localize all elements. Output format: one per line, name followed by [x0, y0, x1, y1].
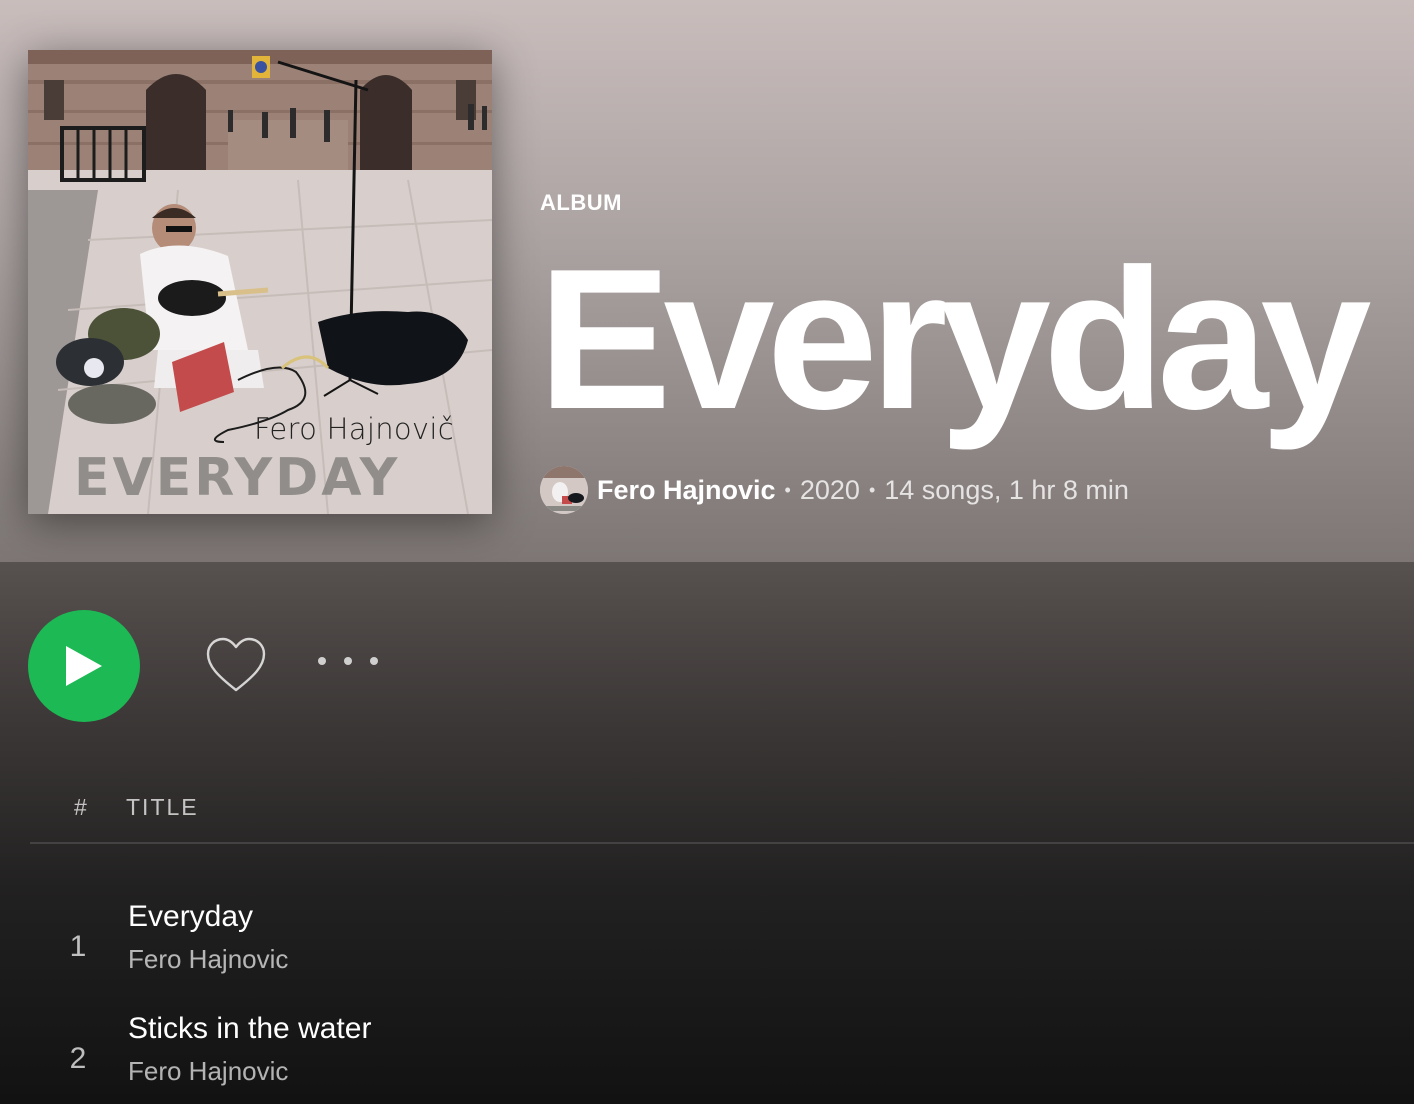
album-page: Fero Hajnovič EVERYDAY ALBUM Everyday Fe…	[0, 0, 1414, 1104]
album-summary: 14 songs, 1 hr 8 min	[884, 474, 1129, 505]
artist-avatar[interactable]	[540, 466, 588, 514]
track-artist-link[interactable]: Fero Hajnovic	[128, 1056, 288, 1087]
like-button[interactable]	[204, 636, 268, 696]
more-horizontal-icon	[318, 657, 326, 665]
track-artist-link[interactable]: Fero Hajnovic	[128, 944, 288, 975]
track-row[interactable]: 2 Sticks in the water Fero Hajnovic	[30, 1012, 1414, 1104]
release-year: 2020	[799, 474, 860, 505]
cover-artist-text: Fero Hajnovič	[253, 412, 454, 446]
track-table-header: # TITLE	[30, 792, 1414, 844]
track-title: Everyday	[128, 900, 254, 933]
album-header: Fero Hajnovič EVERYDAY ALBUM Everyday Fe…	[0, 0, 1414, 562]
heart-icon	[206, 637, 266, 692]
column-header-number: #	[74, 794, 89, 820]
artist-link[interactable]: Fero Hajnovic	[597, 475, 776, 506]
play-icon	[66, 646, 102, 686]
album-meta: Fero Hajnovic • 2020 • 14 songs, 1 hr 8 …	[540, 466, 1129, 514]
album-title: Everyday	[538, 228, 1372, 451]
album-cover: Fero Hajnovič EVERYDAY	[28, 50, 492, 514]
album-body: # TITLE 1 Everyday Fero Hajnovic 2 Stick…	[0, 562, 1414, 1104]
meta-separator: •	[868, 479, 876, 500]
track-number: 1	[69, 930, 87, 963]
cover-title-text: EVERYDAY	[74, 448, 401, 508]
meta-separator: •	[784, 479, 791, 500]
column-header-title[interactable]: TITLE	[126, 794, 199, 821]
track-row[interactable]: 1 Everyday Fero Hajnovic	[30, 900, 1414, 1000]
more-options-button[interactable]	[318, 648, 378, 674]
track-title: Sticks in the water	[128, 1012, 372, 1045]
track-number: 2	[69, 1042, 87, 1075]
album-type-label: ALBUM	[540, 190, 622, 215]
play-button[interactable]	[28, 610, 140, 722]
